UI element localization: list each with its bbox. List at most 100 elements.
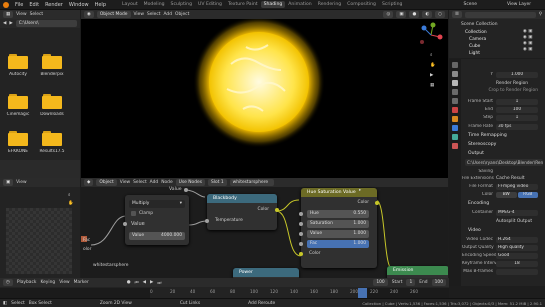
eye-icon[interactable]: ◉ ▣ [523, 47, 532, 52]
keyframe-interval-field[interactable]: 18 [496, 260, 538, 267]
menu-window[interactable]: Window [66, 2, 92, 8]
frame-end-field[interactable]: 100 [496, 106, 538, 113]
menu-marker[interactable]: Marker [74, 280, 89, 285]
menu-select[interactable]: Select [30, 12, 44, 17]
current-frame-field[interactable]: 100 [373, 279, 388, 286]
jump-start-icon[interactable]: ⏮ [135, 280, 139, 286]
hue-field[interactable]: Hue 0.550 [307, 210, 369, 218]
math-input-socket[interactable] [123, 222, 127, 226]
section-output[interactable]: Output [462, 150, 544, 158]
output-path-field[interactable]: C:\Users\ryans\Desktop\Blender\Ren... [465, 159, 543, 166]
editor-type-icon[interactable]: ☰ [452, 11, 462, 18]
clamp-checkbox[interactable] [131, 211, 136, 216]
outliner-item-camera[interactable]: Camera [469, 36, 486, 42]
tab-animation[interactable]: Animation [285, 1, 314, 8]
file-extensions-checkbox[interactable]: File Extensions [462, 176, 496, 181]
overlay-icon[interactable]: ◎ [383, 11, 394, 18]
outliner-item-light[interactable]: Light [469, 50, 480, 56]
folder-icon[interactable] [8, 93, 28, 109]
fac-field[interactable]: Fac 1.000 [307, 240, 369, 248]
output-tab-icon[interactable] [452, 80, 458, 86]
start-frame-field[interactable]: 1 [406, 279, 416, 286]
power-node[interactable]: Power [233, 268, 299, 278]
back-arrow-icon[interactable]: ◀ [3, 21, 6, 26]
crop-region-checkbox[interactable]: Crop to Render Region [488, 88, 538, 93]
menu-view[interactable]: View [134, 12, 144, 17]
timeline[interactable]: ◷ Playback Keying View Marker ● ⏮ ◀ ▶ ⏭ … [0, 278, 449, 298]
tab-rendering[interactable]: Rendering [315, 1, 344, 8]
autosplit-checkbox[interactable]: Autosplit Output [496, 219, 532, 224]
view-layer-selector[interactable]: View Layer [507, 2, 531, 7]
menu-render[interactable]: Render [42, 2, 66, 8]
tab-uv-editing[interactable]: UV Editing [195, 1, 225, 8]
menu-select[interactable]: Select [147, 12, 161, 17]
section-stereoscopy[interactable]: Stereoscopy [462, 141, 544, 149]
output-quality-dropdown[interactable]: High quality [496, 244, 538, 251]
hue-socket[interactable] [299, 212, 303, 216]
section-encoding[interactable]: Encoding [462, 200, 544, 208]
encoding-speed-dropdown[interactable]: Good [496, 252, 538, 259]
menu-add[interactable]: Add [163, 12, 172, 17]
section-video[interactable]: Video [462, 227, 544, 235]
hue-saturation-value-node[interactable]: Hue Saturation Value Color Hue 0.550 Satu… [299, 188, 379, 268]
math-operation-dropdown[interactable]: Multiply ▾ [129, 200, 185, 208]
blender-logo-icon[interactable] [3, 1, 9, 8]
scene-tab-icon[interactable] [452, 98, 458, 104]
filter-icon[interactable]: ⚲ [539, 12, 542, 17]
frame-start-field[interactable]: 1 [496, 98, 538, 105]
menu-object[interactable]: Object [175, 12, 189, 17]
outliner-item-collection[interactable]: Collection [465, 29, 487, 35]
value-socket[interactable] [299, 232, 303, 236]
pan-icon[interactable]: ✋ [68, 201, 73, 206]
scene-selector[interactable]: Scene [464, 2, 477, 7]
folder-icon[interactable] [42, 93, 62, 109]
math-node[interactable]: Multiply ▾ Clamp Value Value 4000.000 [123, 195, 189, 245]
max-bframes-field[interactable] [496, 268, 538, 275]
blackbody-temp-socket[interactable] [205, 219, 209, 223]
outliner-search-input[interactable] [464, 11, 536, 18]
zoom-icon[interactable]: ⌕ [68, 192, 73, 198]
navigation-gizmo[interactable] [418, 22, 444, 48]
menu-file[interactable]: File [12, 2, 26, 8]
tab-texture-paint[interactable]: Texture Paint [225, 1, 261, 8]
play-icon[interactable]: ▶ [150, 280, 153, 285]
menu-keying[interactable]: Keying [40, 280, 55, 285]
editor-type-icon[interactable]: ◷ [3, 279, 13, 286]
jump-end-icon[interactable]: ⏭ [157, 280, 161, 286]
tab-compositing[interactable]: Compositing [344, 1, 379, 8]
eye-icon[interactable]: ◉ ▣ [523, 35, 532, 40]
outliner-scene-collection[interactable]: Scene Collection [461, 21, 498, 27]
path-field[interactable]: C:\Users\ [15, 20, 77, 27]
3d-viewport[interactable]: ◉ Object Mode View Select Add Object ◎ ▣… [81, 10, 448, 178]
menu-edit[interactable]: Edit [26, 2, 42, 8]
render-tab-icon[interactable] [452, 71, 458, 77]
image-canvas[interactable] [6, 208, 72, 274]
menu-playback[interactable]: Playback [17, 280, 37, 285]
saturation-field[interactable]: Saturation 1.000 [307, 220, 369, 228]
editor-type-icon[interactable]: ▣ [3, 179, 14, 186]
saturation-socket[interactable] [299, 222, 303, 226]
xray-icon[interactable]: ▣ [396, 11, 407, 18]
y-field[interactable]: 1.000 [496, 71, 538, 78]
world-tab-icon[interactable] [452, 107, 458, 113]
grid-icon[interactable]: ▦ [430, 83, 435, 88]
tab-layout[interactable]: Layout [119, 1, 141, 8]
folder-icon[interactable] [42, 53, 62, 69]
emission-node[interactable]: Emission [387, 266, 448, 278]
frame-rate-dropdown[interactable]: 30 fps [496, 123, 538, 130]
file-format-dropdown[interactable]: FFmpeg video [496, 183, 538, 190]
camera-icon[interactable]: ▶ [430, 73, 435, 78]
forward-arrow-icon[interactable]: ▶ [9, 21, 12, 26]
editor-type-icon[interactable]: ◉ [84, 11, 94, 18]
hsv-color-output-socket[interactable] [375, 201, 379, 205]
record-icon[interactable]: ● [127, 280, 131, 285]
folder-icon[interactable] [8, 53, 28, 69]
tab-shading[interactable]: Shading [260, 1, 286, 8]
frame-step-field[interactable]: 1 [496, 114, 538, 121]
end-frame-field[interactable]: 100 [431, 279, 446, 286]
shading-solid-icon[interactable]: ● [409, 11, 420, 18]
menu-help[interactable]: Help [92, 2, 109, 8]
tool-tab-icon[interactable] [452, 62, 458, 68]
shading-rendered-icon[interactable]: ○ [435, 11, 445, 18]
timeline-ruler[interactable]: 0 20 40 60 80 100 120 140 160 180 200 220 240 260 [0, 288, 449, 298]
